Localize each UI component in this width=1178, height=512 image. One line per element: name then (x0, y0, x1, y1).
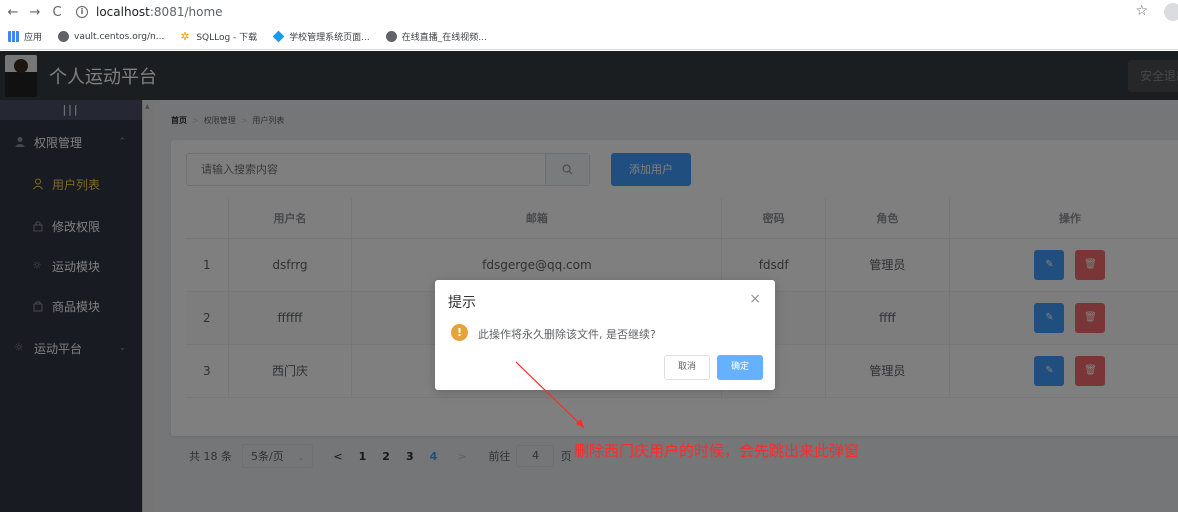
bookmark-label: SQLLog - 下载 (196, 33, 258, 43)
apps-icon (8, 31, 19, 42)
bookmark-star-icon[interactable]: ☆ (1135, 3, 1148, 19)
sqllog-icon: ✲ (180, 30, 190, 43)
bookmark-label: vault.centos.org/n... (74, 31, 165, 42)
cancel-button[interactable]: 取消 (664, 355, 710, 380)
back-icon[interactable]: ← (4, 5, 22, 20)
globe-icon (385, 31, 397, 42)
annotation-text: 删除西门庆用户的时候，会先跳出来此弹窗 (574, 442, 860, 460)
dialog-title: 提示 (448, 295, 476, 311)
diamond-icon (272, 30, 285, 43)
browser-address-bar: ← → C i localhost:8081/home ☆ (0, 0, 1178, 24)
info-icon[interactable]: i (76, 6, 88, 18)
bookmark-label: 学校管理系统页面... (289, 33, 370, 43)
confirm-dialog: 提示 × ! 此操作将永久删除该文件, 是否继续? 取消 确定 (435, 280, 775, 390)
confirm-button[interactable]: 确定 (717, 355, 763, 380)
bookmark-school[interactable]: 学校管理系统页面... (272, 30, 370, 43)
profile-avatar-icon[interactable] (1164, 3, 1178, 21)
url-field[interactable]: i localhost:8081/home (76, 5, 223, 19)
url-path: :8081/home (149, 5, 223, 19)
bookmark-live[interactable]: 在线直播_在线视频... (385, 30, 487, 43)
dialog-message: 此操作将永久删除该文件, 是否继续? (478, 328, 656, 341)
bookmarks-bar: 应用 vault.centos.org/n... ✲ SQLLog - 下载 学校… (0, 24, 1178, 50)
url-host: localhost (96, 5, 150, 19)
bookmark-vault[interactable]: vault.centos.org/n... (58, 31, 164, 42)
bookmark-label: 在线直播_在线视频... (401, 33, 487, 43)
reload-icon[interactable]: C (48, 5, 66, 20)
bookmark-sqllog[interactable]: ✲ SQLLog - 下载 (180, 30, 257, 43)
warning-icon: ! (451, 324, 468, 341)
bookmark-apps[interactable]: 应用 (8, 30, 42, 43)
globe-icon (58, 31, 70, 42)
forward-icon[interactable]: → (26, 5, 44, 20)
bookmark-label: 应用 (24, 33, 43, 43)
close-icon[interactable]: × (749, 291, 761, 307)
